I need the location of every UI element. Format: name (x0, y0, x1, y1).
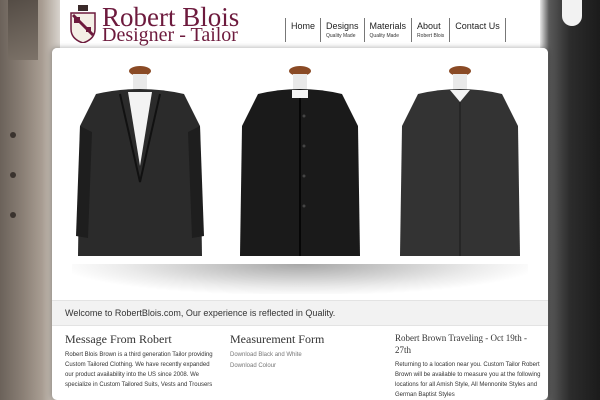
nav-sublabel: Quality Made (369, 33, 399, 39)
suit-jacket (400, 89, 520, 256)
traveling-column: Robert Brown Traveling - Oct 19th - 27th… (395, 332, 543, 400)
nav-label: Home (291, 21, 316, 31)
nav-sublabel: Quality Made (326, 33, 356, 39)
measurement-column: Measurement Form Download Black and Whit… (230, 332, 380, 372)
message-column: Message From Robert Robert Blois Brown i… (65, 332, 215, 390)
crest-logo-icon (70, 5, 96, 43)
content-panel: Welcome to RobertBlois.com, Our experien… (52, 48, 548, 400)
background-collar (562, 0, 582, 26)
background-lapel (8, 0, 38, 60)
site-header: Robert Blois Designer - Tailor Home Desi… (60, 0, 540, 48)
traveling-text: Returning to a location near you. Custom… (395, 362, 541, 398)
suit-image-plain (398, 66, 522, 266)
main-nav: Home Designs Quality Made Materials Qual… (285, 18, 506, 44)
background-suit-left (0, 0, 60, 400)
suit-image-mandarin (238, 66, 362, 266)
download-colour-link[interactable]: Download Colour (230, 361, 380, 372)
measurement-title: Measurement Form (230, 332, 325, 346)
nav-contact[interactable]: Contact Us (449, 18, 506, 42)
suit-image-vneck (76, 66, 204, 266)
traveling-title: Robert Brown Traveling - Oct 19th - 27th (395, 333, 527, 355)
nav-label: About (417, 21, 441, 31)
suit-jacket (76, 89, 204, 256)
background-suit-right (540, 0, 600, 400)
suit-button-icon (10, 212, 16, 218)
welcome-bar: Welcome to RobertBlois.com, Our experien… (52, 300, 548, 326)
nav-home[interactable]: Home (285, 18, 320, 42)
suit-button-icon (10, 132, 16, 138)
nav-label: Designs (326, 21, 359, 31)
nav-sublabel: Robert Blois (417, 33, 445, 39)
download-black-white-link[interactable]: Download Black and White (230, 350, 380, 361)
brand-subtitle: Designer - Tailor (102, 24, 238, 46)
message-text: Robert Blois Brown is a third generation… (65, 352, 213, 388)
nav-label: Materials (369, 21, 407, 31)
suit-button-icon (10, 172, 16, 178)
hero-banner (52, 48, 548, 296)
nav-about[interactable]: About Robert Blois (411, 18, 449, 42)
nav-materials[interactable]: Materials Quality Made (363, 18, 412, 42)
suit-jacket (240, 89, 360, 256)
nav-label: Contact Us (455, 21, 500, 31)
nav-designs[interactable]: Designs Quality Made (320, 18, 364, 42)
measurement-links: Download Black and White Download Colour (230, 350, 380, 372)
message-title: Message From Robert (65, 332, 172, 346)
hero-floor-shadow (72, 264, 528, 294)
